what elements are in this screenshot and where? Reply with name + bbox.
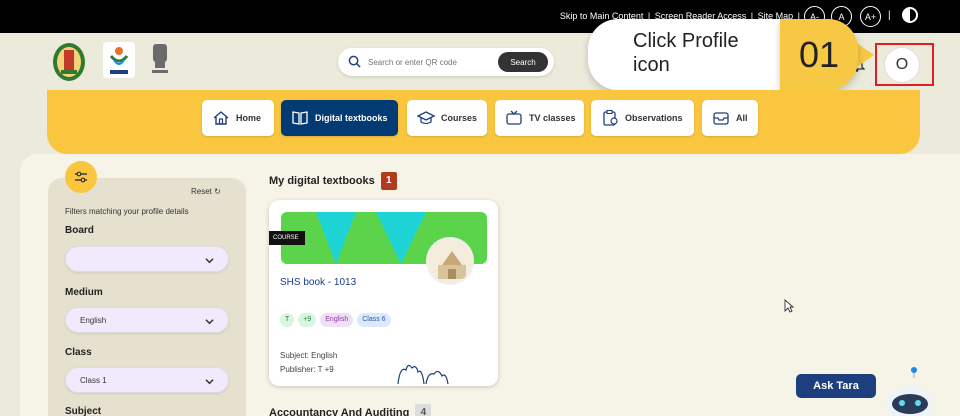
contrast-toggle-icon[interactable] [902, 7, 918, 23]
tab-all[interactable]: All [702, 100, 758, 136]
search-button[interactable]: Search [498, 52, 548, 72]
callout-step-number: 01 [780, 19, 858, 90]
tab-courses[interactable]: Courses [407, 100, 487, 136]
board-label: Board [65, 225, 94, 236]
mouse-cursor-icon [784, 299, 794, 313]
divider: | [888, 10, 891, 21]
inbox-icon [713, 112, 729, 125]
class-value: Class 1 [80, 375, 107, 385]
chevron-down-icon [205, 379, 214, 385]
tab-digital-textbooks[interactable]: Digital textbooks [281, 100, 398, 136]
search-icon [348, 55, 361, 68]
tab-label: Courses [441, 113, 478, 123]
clipboard-icon [603, 109, 618, 126]
book-icon [292, 111, 308, 125]
tamil-nadu-emblem-icon [53, 43, 85, 81]
chip: English [320, 313, 354, 327]
reset-icon: ↻ [214, 187, 221, 196]
card-title[interactable]: SHS book - 1013 [280, 277, 356, 288]
graduation-cap-icon [417, 111, 435, 125]
card-subject: Subject: English [280, 351, 338, 360]
medium-label: Medium [65, 287, 103, 298]
chip: +9 [298, 313, 317, 327]
sliders-icon [75, 171, 87, 183]
section-heading: Accountancy And Auditing [269, 407, 410, 416]
board-select[interactable] [65, 246, 229, 272]
card-thumbnail [426, 237, 474, 285]
tab-label: Observations [625, 113, 683, 123]
section-title: My digital textbooks 1 [269, 172, 397, 190]
reset-filters-button[interactable]: Reset ↻ [191, 187, 221, 196]
tab-observations[interactable]: Observations [591, 100, 694, 136]
medium-select[interactable]: English [65, 307, 229, 333]
hands-doodle-icon [397, 364, 449, 385]
subject-label: Subject [65, 406, 102, 416]
filter-toggle-button[interactable] [65, 161, 97, 193]
diksha-logo-icon [103, 42, 135, 78]
count-badge: 4 [415, 404, 432, 416]
filter-hint-text: Filters matching your profile details [65, 207, 189, 216]
home-icon [213, 111, 229, 125]
tab-label: Home [236, 113, 262, 123]
section-heading: My digital textbooks [269, 175, 375, 187]
tab-home[interactable]: Home [202, 100, 274, 136]
ask-tara-button[interactable]: Ask Tara [796, 374, 876, 398]
class-label: Class [65, 347, 92, 358]
chip: Class 6 [357, 313, 391, 327]
course-tag: COURSE [269, 231, 305, 245]
tab-tv-classes[interactable]: TV classes [495, 100, 584, 136]
chevron-down-icon [205, 319, 214, 325]
profile-avatar-button[interactable]: O [884, 47, 920, 83]
tutorial-callout: Click Profile icon 01 [588, 19, 878, 90]
callout-text: Click Profile icon [633, 30, 739, 76]
card-publisher: Publisher: T +9 [280, 365, 334, 374]
tab-label: Digital textbooks [315, 113, 388, 123]
search-bar: Search [338, 48, 554, 76]
temple-image-icon [428, 239, 472, 283]
national-emblem-icon [152, 44, 168, 73]
class-select[interactable]: Class 1 [65, 367, 229, 393]
card-chips: T +9 English Class 6 [280, 313, 391, 327]
count-badge: 1 [380, 172, 397, 190]
search-input[interactable] [368, 54, 496, 70]
section-title: Accountancy And Auditing 4 [269, 404, 432, 416]
chip: T [280, 313, 295, 327]
reset-label: Reset [191, 187, 212, 196]
medium-value: English [80, 315, 107, 325]
robot-assistant-icon[interactable] [880, 364, 940, 416]
chevron-down-icon [205, 258, 214, 264]
tv-icon [506, 110, 522, 125]
tab-label: TV classes [529, 113, 576, 123]
textbook-card[interactable]: COURSE SHS book - 1013 T +9 English Clas… [269, 200, 498, 386]
tab-label: All [736, 113, 748, 123]
